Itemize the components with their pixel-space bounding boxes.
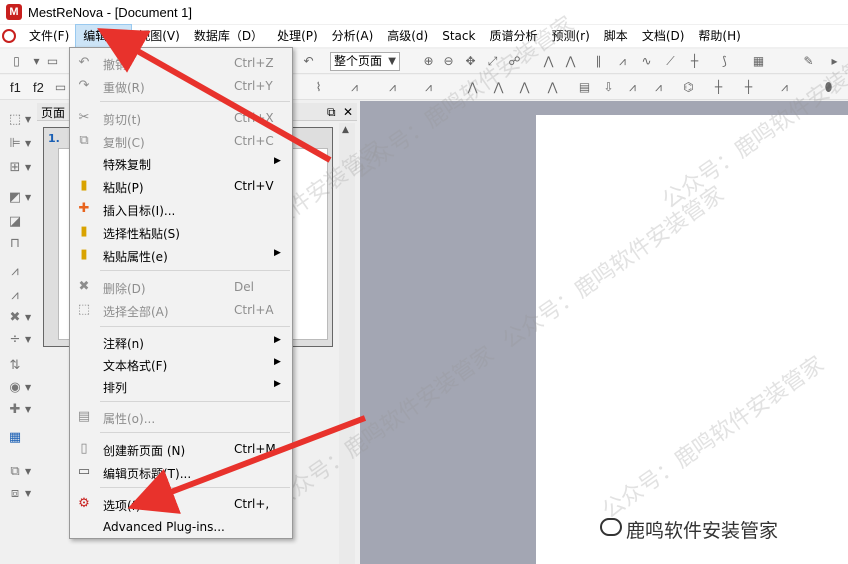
- arrow-to-edit-menu: [97, 28, 332, 163]
- wechat-icon: [600, 518, 622, 536]
- arrow-to-options: [127, 415, 367, 514]
- brand-text: 鹿鸣软件安装管家: [626, 520, 779, 542]
- annotation-arrows: [97, 28, 367, 514]
